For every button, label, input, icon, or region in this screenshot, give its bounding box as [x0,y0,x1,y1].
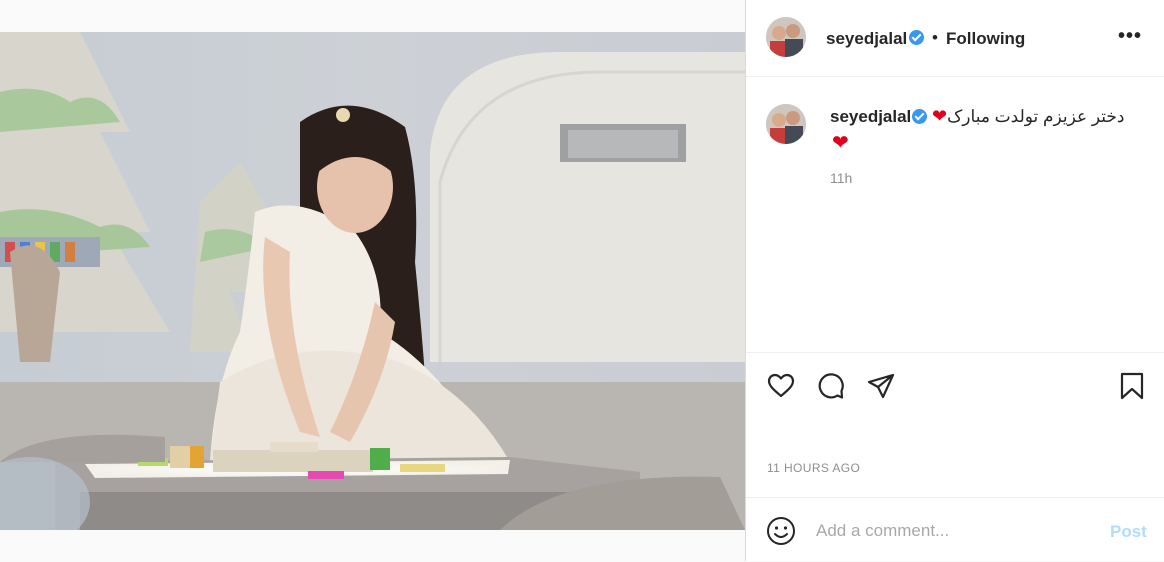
heart-icon[interactable] [766,371,796,401]
post-side-panel: seyedjalal • Following ••• seyedjalal دخ… [745,0,1164,561]
post-header: seyedjalal • Following ••• [746,0,1164,77]
emoji-icon[interactable] [766,516,796,546]
caption-comment: seyedjalal دختر عزیزم تولدت مبارک❤ ❤ 11h [746,76,1164,352]
header-username[interactable]: seyedjalal [826,29,907,49]
add-comment-bar: Post [746,497,1164,562]
comment-icon[interactable] [816,371,846,401]
avatar[interactable] [766,17,806,57]
verified-badge-icon [912,109,927,124]
post-button[interactable]: Post [1110,522,1147,542]
heart-emoji-icon: ❤ [932,106,948,126]
following-button[interactable]: Following [946,29,1025,49]
post-image[interactable] [0,32,745,530]
caption-text: دختر عزیزم تولدت مبارک❤ [932,106,1124,127]
separator-dot: • [932,28,938,47]
post-timestamp[interactable]: 11 HOURS AGO [767,461,860,475]
more-options-icon[interactable]: ••• [1118,25,1142,48]
caption-time[interactable]: 11h [830,170,852,186]
bookmark-icon[interactable] [1117,371,1147,401]
post-actions: 11 HOURS AGO [746,352,1164,498]
caption-text-body: دختر عزیزم تولدت مبارک [947,107,1125,126]
share-icon[interactable] [866,371,896,401]
caption-avatar[interactable] [766,104,806,144]
caption-username[interactable]: seyedjalal [830,107,911,127]
heart-emoji-icon: ❤ [832,132,849,154]
comment-input[interactable] [816,518,1096,544]
verified-badge-icon [909,30,924,45]
